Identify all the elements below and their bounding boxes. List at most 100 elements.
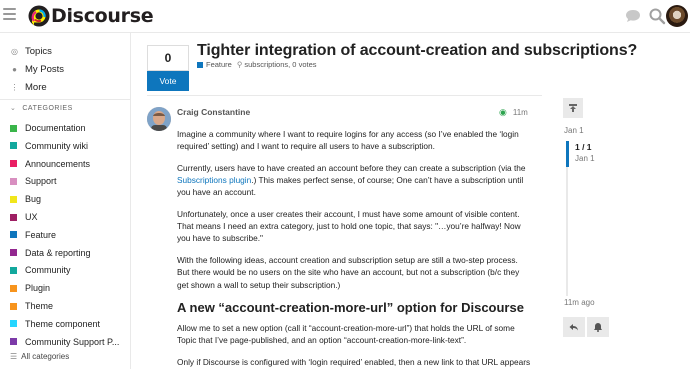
sidebar-item-label: More — [25, 81, 47, 93]
bell-icon — [594, 323, 602, 332]
more-vertical-icon: ⋮ — [10, 82, 19, 92]
author-avatar-icon — [147, 107, 171, 131]
all-categories-label: All categories — [21, 352, 70, 361]
sidebar-item-my-posts[interactable]: ● My Posts — [10, 61, 64, 77]
categories-section-header[interactable]: ⌄ CATEGORIES — [10, 104, 73, 113]
topics-icon: ◎ — [11, 46, 18, 56]
sidebar-category-label: Plugin — [25, 283, 51, 294]
category-swatch — [10, 231, 17, 239]
sidebar-category-item[interactable]: Announcements — [10, 156, 90, 172]
sidebar-category-item[interactable]: Bug — [10, 191, 41, 207]
timeline-scroll-handle[interactable] — [566, 141, 569, 167]
sidebar-category-item[interactable]: Community — [10, 262, 71, 278]
post-body: Imagine a community where I want to requ… — [177, 128, 532, 377]
post-paragraph: Currently, users have to have created an… — [177, 162, 532, 199]
sidebar-category-item[interactable]: Documentation — [10, 120, 86, 136]
sidebar-category-label: UX — [25, 212, 38, 222]
categories-header-label: CATEGORIES — [22, 104, 73, 112]
topic-divider — [147, 95, 542, 96]
category-swatch — [10, 302, 17, 310]
sidebar-category-label: Data & reporting — [25, 247, 91, 258]
category-swatch — [10, 320, 17, 328]
timeline-position: 1 / 1 — [575, 142, 592, 152]
sidebar-category-item[interactable]: Support — [10, 173, 57, 189]
logo-text: Discourse — [51, 5, 154, 27]
sidebar-category-item[interactable]: Data & reporting — [10, 245, 91, 261]
reply-button[interactable] — [563, 317, 585, 337]
tag-badge[interactable]: subscriptions — [244, 60, 288, 69]
topic-meta: Feature ⚲ subscriptions , 0 votes — [197, 60, 317, 69]
category-swatch — [10, 160, 17, 168]
site-logo[interactable]: Discourse — [28, 4, 154, 28]
sidebar-category-item[interactable]: Theme component — [10, 316, 100, 332]
search-icon[interactable] — [648, 7, 666, 25]
sidebar-category-label: Documentation — [25, 123, 86, 133]
timeline-position-date: Jan 1 — [575, 154, 595, 163]
sidebar-category-item[interactable]: Plugin — [10, 280, 50, 296]
post-heading: A new “account-creation-more-url” option… — [177, 300, 524, 316]
category-swatch — [10, 177, 17, 185]
avatar[interactable] — [147, 107, 171, 131]
post-paragraph: With the following ideas, account creati… — [177, 254, 520, 290]
category-swatch — [10, 213, 17, 221]
timeline-end-label[interactable]: 11m ago — [564, 298, 595, 307]
votes-count: , 0 votes — [288, 60, 317, 69]
sidebar-category-label: Community Support P... — [25, 336, 120, 347]
menu-icon[interactable] — [3, 8, 16, 20]
sidebar-category-item[interactable]: Theme — [10, 298, 53, 314]
post-paragraph: Allow me to set a new option (call it “a… — [177, 323, 515, 346]
sidebar-category-item[interactable]: UX — [10, 209, 38, 225]
sidebar-category-item[interactable]: Feature — [10, 227, 56, 243]
sidebar-divider — [0, 99, 130, 100]
post-paragraph: Imagine a community where I want to requ… — [177, 129, 519, 152]
category-swatch — [10, 195, 17, 203]
user-icon: ● — [12, 64, 17, 74]
user-avatar[interactable] — [666, 5, 688, 27]
sidebar-category-label: Community — [25, 265, 71, 276]
category-swatch — [10, 338, 17, 346]
reply-icon — [569, 324, 578, 331]
site-header: Discourse — [0, 0, 690, 33]
arrow-up-icon — [569, 104, 577, 112]
eye-icon: ◉ — [499, 107, 507, 117]
discourse-logo-icon — [28, 5, 50, 27]
sidebar-category-label: Feature — [25, 229, 57, 240]
post-paragraph: Only if Discourse is configured with ‘lo… — [177, 356, 531, 367]
sidebar-category-label: Announcements — [25, 158, 91, 169]
post-author[interactable]: Craig Constantine — [177, 107, 250, 117]
sidebar-category-label: Bug — [25, 194, 42, 205]
category-swatch — [10, 142, 17, 150]
chat-bubble-icon[interactable] — [624, 7, 642, 25]
sidebar-item-label: My Posts — [25, 63, 65, 75]
tag-icon: ⚲ — [236, 60, 243, 69]
sidebar-item-label: Topics — [25, 45, 52, 57]
page-title[interactable]: Tighter integration of account-creation … — [197, 42, 637, 60]
subscriptions-plugin-link[interactable]: Subscriptions plugin — [177, 175, 251, 185]
sidebar-category-label: Community wiki — [25, 140, 89, 151]
all-categories-link[interactable]: ☰ All categories — [10, 352, 69, 361]
category-swatch — [10, 124, 17, 132]
sidebar-category-label: Theme component — [25, 318, 101, 329]
category-swatch — [10, 266, 17, 274]
timeline-start-date[interactable]: Jan 1 — [564, 126, 584, 135]
sidebar-item-more[interactable]: ⋮ More — [10, 79, 47, 95]
sidebar-item-topics[interactable]: ◎ Topics — [10, 43, 52, 59]
post-paragraph: Unfortunately, once a user creates their… — [177, 208, 521, 244]
category-swatch — [10, 284, 17, 292]
category-badge[interactable]: Feature — [206, 60, 232, 69]
notifications-button[interactable] — [587, 317, 609, 337]
category-swatch — [197, 61, 203, 68]
category-swatch — [10, 249, 17, 257]
sidebar: ◎ Topics ● My Posts ⋮ More ⌄ CATEGORIES … — [0, 33, 131, 369]
sidebar-category-item[interactable]: Community wiki — [10, 138, 88, 154]
vote-count: 0 — [147, 45, 189, 71]
post-time-label: 11m — [512, 108, 528, 117]
text-run: Currently, users have to have created an… — [177, 162, 526, 173]
vote-button[interactable]: Vote — [147, 71, 189, 91]
jump-to-top-button[interactable] — [563, 98, 583, 118]
sidebar-category-label: Support — [25, 176, 57, 187]
chevron-down-icon: ⌄ — [10, 105, 17, 112]
post-date[interactable]: ◉ 11m — [499, 107, 528, 118]
sidebar-category-label: Theme — [25, 301, 54, 311]
sidebar-category-item[interactable]: Community Support P... — [10, 334, 119, 350]
